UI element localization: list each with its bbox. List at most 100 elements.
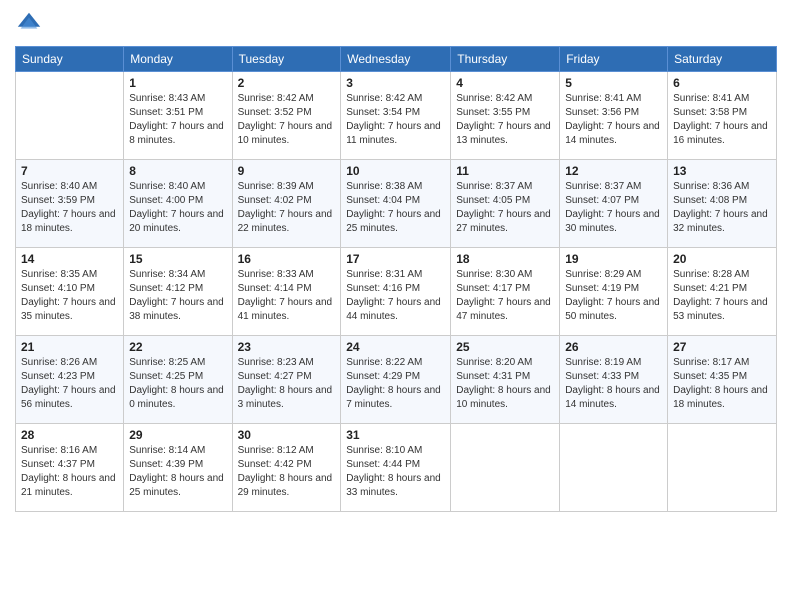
day-number: 31 xyxy=(346,428,445,442)
day-number: 26 xyxy=(565,340,662,354)
calendar-cell: 29 Sunrise: 8:14 AMSunset: 4:39 PMDayligh… xyxy=(124,424,232,512)
week-row-1: 7Sunrise: 8:40 AMSunset: 3:59 PMDaylight… xyxy=(16,160,777,248)
weekday-header-monday: Monday xyxy=(124,47,232,72)
day-info: Sunrise: 8:43 AMSunset: 3:51 PMDaylight:… xyxy=(129,92,226,148)
day-info: Sunrise: 8:25 AMSunset: 4:25 PMDaylight:… xyxy=(129,356,226,412)
calendar-cell: 1 Sunrise: 8:43 AMSunset: 3:51 PMDaylight… xyxy=(124,72,232,160)
day-info: Sunrise: 8:12 AMSunset: 4:42 PMDaylight:… xyxy=(238,444,336,500)
calendar-cell xyxy=(560,424,668,512)
calendar-table: SundayMondayTuesdayWednesdayThursdayFrid… xyxy=(15,46,777,512)
calendar-cell: 30 Sunrise: 8:12 AMSunset: 4:42 PMDayligh… xyxy=(232,424,341,512)
day-info: Sunrise: 8:14 AMSunset: 4:39 PMDaylight:… xyxy=(129,444,226,500)
calendar-cell: 20Sunrise: 8:28 AMSunset: 4:21 PMDayligh… xyxy=(668,248,777,336)
week-row-4: 28 Sunrise: 8:16 AMSunset: 4:37 PMDayligh… xyxy=(16,424,777,512)
calendar-cell: 18Sunrise: 8:30 AMSunset: 4:17 PMDayligh… xyxy=(451,248,560,336)
day-number: 23 xyxy=(238,340,336,354)
day-info: Sunrise: 8:36 AMSunset: 4:08 PMDaylight:… xyxy=(673,180,771,236)
weekday-header-thursday: Thursday xyxy=(451,47,560,72)
day-info: Sunrise: 8:17 AMSunset: 4:35 PMDaylight:… xyxy=(673,356,771,412)
calendar-cell xyxy=(668,424,777,512)
weekday-header-row: SundayMondayTuesdayWednesdayThursdayFrid… xyxy=(16,47,777,72)
calendar-cell: 26 Sunrise: 8:19 AMSunset: 4:33 PMDayligh… xyxy=(560,336,668,424)
calendar-cell: 14 Sunrise: 8:35 AMSunset: 4:10 PMDayligh… xyxy=(16,248,124,336)
calendar-cell: 9 Sunrise: 8:39 AMSunset: 4:02 PMDaylight… xyxy=(232,160,341,248)
day-info: Sunrise: 8:41 AMSunset: 3:56 PMDaylight:… xyxy=(565,92,662,148)
day-info: Sunrise: 8:28 AMSunset: 4:21 PMDaylight:… xyxy=(673,268,771,324)
calendar-cell: 6 Sunrise: 8:41 AMSunset: 3:58 PMDaylight… xyxy=(668,72,777,160)
calendar-cell: 22 Sunrise: 8:25 AMSunset: 4:25 PMDayligh… xyxy=(124,336,232,424)
day-info: Sunrise: 8:20 AMSunset: 4:31 PMDaylight:… xyxy=(456,356,554,412)
weekday-header-wednesday: Wednesday xyxy=(341,47,451,72)
calendar-cell: 17 Sunrise: 8:31 AMSunset: 4:16 PMDayligh… xyxy=(341,248,451,336)
day-info: Sunrise: 8:22 AMSunset: 4:29 PMDaylight:… xyxy=(346,356,445,412)
weekday-header-tuesday: Tuesday xyxy=(232,47,341,72)
calendar-cell: 19 Sunrise: 8:29 AMSunset: 4:19 PMDayligh… xyxy=(560,248,668,336)
day-number: 2 xyxy=(238,76,336,90)
day-info: Sunrise: 8:33 AMSunset: 4:14 PMDaylight:… xyxy=(238,268,336,324)
calendar-cell: 27 Sunrise: 8:17 AMSunset: 4:35 PMDayligh… xyxy=(668,336,777,424)
weekday-header-friday: Friday xyxy=(560,47,668,72)
day-number: 29 xyxy=(129,428,226,442)
day-info: Sunrise: 8:40 AMSunset: 3:59 PMDaylight:… xyxy=(21,180,118,236)
day-info: Sunrise: 8:39 AMSunset: 4:02 PMDaylight:… xyxy=(238,180,336,236)
day-info: Sunrise: 8:35 AMSunset: 4:10 PMDaylight:… xyxy=(21,268,118,324)
logo xyxy=(15,10,47,38)
day-number: 9 xyxy=(238,164,336,178)
calendar-cell: 12 Sunrise: 8:37 AMSunset: 4:07 PMDayligh… xyxy=(560,160,668,248)
day-info: Sunrise: 8:38 AMSunset: 4:04 PMDaylight:… xyxy=(346,180,445,236)
weekday-header-sunday: Sunday xyxy=(16,47,124,72)
day-number: 27 xyxy=(673,340,771,354)
day-number: 1 xyxy=(129,76,226,90)
day-info: Sunrise: 8:26 AMSunset: 4:23 PMDaylight:… xyxy=(21,356,118,412)
day-number: 25 xyxy=(456,340,554,354)
week-row-2: 14 Sunrise: 8:35 AMSunset: 4:10 PMDayligh… xyxy=(16,248,777,336)
day-number: 6 xyxy=(673,76,771,90)
day-number: 8 xyxy=(129,164,226,178)
day-info: Sunrise: 8:23 AMSunset: 4:27 PMDaylight:… xyxy=(238,356,336,412)
calendar-cell: 3Sunrise: 8:42 AMSunset: 3:54 PMDaylight… xyxy=(341,72,451,160)
day-number: 24 xyxy=(346,340,445,354)
day-number: 11 xyxy=(456,164,554,178)
calendar-cell: 15 Sunrise: 8:34 AMSunset: 4:12 PMDayligh… xyxy=(124,248,232,336)
logo-icon xyxy=(15,10,43,38)
day-number: 19 xyxy=(565,252,662,266)
header xyxy=(15,10,777,38)
week-row-0: 1 Sunrise: 8:43 AMSunset: 3:51 PMDaylight… xyxy=(16,72,777,160)
calendar-cell: 10 Sunrise: 8:38 AMSunset: 4:04 PMDayligh… xyxy=(341,160,451,248)
page: SundayMondayTuesdayWednesdayThursdayFrid… xyxy=(0,0,792,612)
day-number: 28 xyxy=(21,428,118,442)
day-number: 12 xyxy=(565,164,662,178)
day-number: 13 xyxy=(673,164,771,178)
day-info: Sunrise: 8:29 AMSunset: 4:19 PMDaylight:… xyxy=(565,268,662,324)
day-number: 21 xyxy=(21,340,118,354)
day-info: Sunrise: 8:37 AMSunset: 4:05 PMDaylight:… xyxy=(456,180,554,236)
calendar-cell: 28 Sunrise: 8:16 AMSunset: 4:37 PMDayligh… xyxy=(16,424,124,512)
day-number: 17 xyxy=(346,252,445,266)
calendar-cell: 23 Sunrise: 8:23 AMSunset: 4:27 PMDayligh… xyxy=(232,336,341,424)
day-info: Sunrise: 8:42 AMSunset: 3:52 PMDaylight:… xyxy=(238,92,336,148)
calendar-cell: 21 Sunrise: 8:26 AMSunset: 4:23 PMDayligh… xyxy=(16,336,124,424)
day-info: Sunrise: 8:41 AMSunset: 3:58 PMDaylight:… xyxy=(673,92,771,148)
calendar-cell: 7Sunrise: 8:40 AMSunset: 3:59 PMDaylight… xyxy=(16,160,124,248)
calendar-cell: 11 Sunrise: 8:37 AMSunset: 4:05 PMDayligh… xyxy=(451,160,560,248)
calendar-cell: 16 Sunrise: 8:33 AMSunset: 4:14 PMDayligh… xyxy=(232,248,341,336)
day-number: 16 xyxy=(238,252,336,266)
day-info: Sunrise: 8:16 AMSunset: 4:37 PMDaylight:… xyxy=(21,444,118,500)
day-info: Sunrise: 8:19 AMSunset: 4:33 PMDaylight:… xyxy=(565,356,662,412)
calendar-cell xyxy=(16,72,124,160)
calendar-cell: 8Sunrise: 8:40 AMSunset: 4:00 PMDaylight… xyxy=(124,160,232,248)
calendar-cell: 4Sunrise: 8:42 AMSunset: 3:55 PMDaylight… xyxy=(451,72,560,160)
day-number: 30 xyxy=(238,428,336,442)
day-info: Sunrise: 8:37 AMSunset: 4:07 PMDaylight:… xyxy=(565,180,662,236)
calendar-cell: 2 Sunrise: 8:42 AMSunset: 3:52 PMDaylight… xyxy=(232,72,341,160)
day-info: Sunrise: 8:31 AMSunset: 4:16 PMDaylight:… xyxy=(346,268,445,324)
day-number: 15 xyxy=(129,252,226,266)
day-info: Sunrise: 8:34 AMSunset: 4:12 PMDaylight:… xyxy=(129,268,226,324)
day-number: 22 xyxy=(129,340,226,354)
calendar-cell: 25 Sunrise: 8:20 AMSunset: 4:31 PMDayligh… xyxy=(451,336,560,424)
day-number: 5 xyxy=(565,76,662,90)
calendar-cell xyxy=(451,424,560,512)
day-number: 10 xyxy=(346,164,445,178)
calendar-cell: 13 Sunrise: 8:36 AMSunset: 4:08 PMDayligh… xyxy=(668,160,777,248)
day-number: 14 xyxy=(21,252,118,266)
